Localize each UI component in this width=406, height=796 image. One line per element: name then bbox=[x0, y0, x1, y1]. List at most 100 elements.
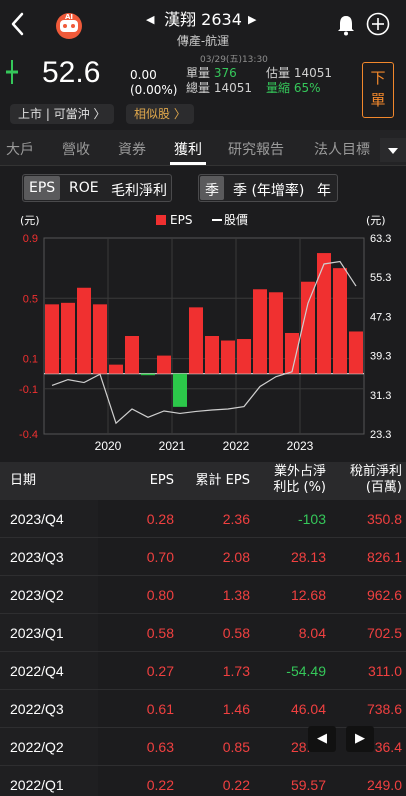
right-tick-label: 31.3 bbox=[370, 390, 391, 402]
order-button[interactable]: 下單 bbox=[362, 62, 394, 118]
header-date: 日期 bbox=[10, 473, 37, 488]
eps-bar bbox=[205, 336, 219, 374]
legend-eps-swatch bbox=[156, 215, 166, 225]
right-tick-label: 23.3 bbox=[370, 429, 391, 441]
plot-frame bbox=[43, 237, 365, 435]
cell-cum-eps: 0.22 bbox=[222, 777, 250, 793]
eps-bar bbox=[45, 304, 59, 374]
back-icon[interactable] bbox=[8, 10, 28, 38]
metric-roe[interactable]: ROE bbox=[69, 180, 99, 196]
cell-date: 2022/Q3 bbox=[10, 701, 64, 717]
table-row: 2022/Q1 0.22 0.22 59.57 249.0 bbox=[0, 766, 406, 796]
cell-eps: 0.22 bbox=[146, 777, 174, 793]
cell-cum-eps: 1.46 bbox=[222, 701, 250, 717]
more-tabs-button[interactable] bbox=[380, 138, 406, 162]
eps-bar bbox=[125, 336, 139, 374]
price-change: 0.00 (0.00%) bbox=[130, 68, 177, 98]
table-row: 2023/Q2 0.80 1.38 12.68 962.6 bbox=[0, 576, 406, 614]
table-row: 2023/Q1 0.58 0.58 8.04 702.5 bbox=[0, 614, 406, 652]
cell-pretax: 311.0 bbox=[368, 663, 402, 679]
volume-stats: 單量 376 總量 14051 bbox=[186, 66, 252, 96]
eps-bar bbox=[141, 373, 155, 376]
eps-chart: EPS 股價 (元) (元) 0.9 0.5 0.1 -0.1 -0.4 63.3 55.3 47.3… bbox=[0, 208, 406, 458]
right-tick-label: 63.3 bbox=[370, 233, 391, 245]
eps-bar bbox=[333, 268, 347, 374]
period-quarter[interactable]: 季 bbox=[205, 180, 219, 200]
cell-nonop-ratio: 46.04 bbox=[290, 701, 326, 717]
cell-eps: 0.61 bbox=[146, 701, 174, 717]
metric-eps[interactable]: EPS bbox=[29, 180, 55, 196]
tab-research[interactable]: 研究報告 bbox=[228, 139, 284, 159]
shrink-label: 量縮 bbox=[266, 81, 291, 95]
similar-stocks-pill[interactable]: 相似股 〉 bbox=[126, 104, 194, 124]
cell-pretax: 738.6 bbox=[366, 701, 402, 717]
eps-chart-svg: EPS 股價 (元) (元) 0.9 0.5 0.1 -0.1 -0.4 63.3 55.3 47.3… bbox=[19, 213, 391, 453]
bell-icon[interactable] bbox=[336, 14, 356, 36]
left-tick-label: -0.1 bbox=[19, 384, 38, 396]
quote-timestamp: 03/29(五)13:30 bbox=[200, 55, 268, 65]
next-page-button[interactable]: ▶ bbox=[346, 726, 374, 752]
est-volume-label: 估量 bbox=[266, 66, 291, 80]
add-watchlist-icon[interactable] bbox=[366, 12, 390, 36]
cell-nonop-ratio: -54.49 bbox=[286, 663, 326, 679]
table-header: 日期 EPS 累計 EPS 業外占淨 利比 (%) 稅前淨利 (百萬) bbox=[0, 462, 406, 500]
tab-margin[interactable]: 資券 bbox=[118, 139, 146, 159]
ai-robot-icon[interactable]: AI bbox=[52, 12, 86, 40]
quote-panel: 03/29(五)13:30 52.6 0.00 (0.00%) 單量 376 總… bbox=[0, 52, 406, 124]
cell-eps: 0.63 bbox=[146, 739, 174, 755]
eps-bar bbox=[77, 287, 91, 374]
tab-major-holders[interactable]: 大戶 bbox=[6, 139, 34, 159]
eps-bar bbox=[237, 339, 251, 374]
cell-eps: 0.58 bbox=[146, 625, 174, 641]
header-pretax: 稅前淨利 (百萬) bbox=[350, 464, 402, 496]
left-tick-label: 0.9 bbox=[23, 233, 38, 245]
cell-nonop-ratio: 12.68 bbox=[290, 587, 326, 603]
cell-cum-eps: 1.73 bbox=[222, 663, 250, 679]
header-eps: EPS bbox=[149, 473, 174, 488]
cell-cum-eps: 2.36 bbox=[222, 511, 250, 527]
left-tick-label: 0.1 bbox=[23, 354, 38, 366]
section-tabs: 大戶 營收 資券 獲利 研究報告 法人目標 bbox=[0, 130, 406, 166]
app-root: AI ◀ 漢翔 2634 傳產-航運 ▶ 03/29(五)13:30 52.6 … bbox=[0, 0, 406, 796]
period-year[interactable]: 年 bbox=[317, 180, 331, 200]
top-bar: AI ◀ 漢翔 2634 傳產-航運 ▶ bbox=[0, 0, 406, 52]
metric-segment: EPS ROE 毛利淨利 bbox=[22, 174, 172, 202]
cell-date: 2023/Q2 bbox=[10, 587, 64, 603]
tab-target-price[interactable]: 法人目標 bbox=[314, 139, 370, 159]
ai-label: AI bbox=[65, 13, 73, 21]
period-quarter-yoy[interactable]: 季 (年增率) bbox=[233, 180, 304, 200]
right-tick-label: 47.3 bbox=[370, 311, 391, 323]
listing-pill[interactable]: 上市 | 可當沖 〉 bbox=[10, 104, 114, 124]
eps-bar bbox=[269, 292, 283, 374]
right-tick-label: 55.3 bbox=[370, 272, 391, 284]
prev-page-button[interactable]: ◀ bbox=[308, 726, 336, 752]
right-axis-unit: (元) bbox=[366, 214, 386, 227]
next-stock-button[interactable]: ▶ bbox=[248, 13, 256, 26]
cell-eps: 0.80 bbox=[146, 587, 174, 603]
x-tick-label: 2021 bbox=[159, 439, 186, 453]
unit-volume-value: 376 bbox=[213, 66, 237, 80]
eps-bar bbox=[61, 302, 75, 374]
eps-bar bbox=[221, 340, 235, 374]
x-tick-label: 2022 bbox=[223, 439, 250, 453]
tab-profit[interactable]: 獲利 bbox=[174, 139, 202, 159]
total-volume-label: 總量 bbox=[186, 81, 211, 95]
cell-nonop-ratio: -103 bbox=[297, 511, 326, 527]
tab-revenue[interactable]: 營收 bbox=[62, 139, 90, 159]
metric-margin[interactable]: 毛利淨利 bbox=[111, 180, 167, 200]
x-tick-label: 2020 bbox=[95, 439, 122, 453]
cell-cum-eps: 0.85 bbox=[222, 739, 250, 755]
period-segment: 季 季 (年增率) 年 bbox=[198, 174, 338, 202]
cell-pretax: 249.0 bbox=[366, 777, 402, 793]
est-volume-value: 14051 bbox=[293, 66, 333, 80]
eps-bar bbox=[301, 281, 315, 374]
cell-date: 2022/Q4 bbox=[10, 663, 64, 679]
left-axis-unit: (元) bbox=[20, 214, 40, 227]
cell-pretax: 350.8 bbox=[366, 511, 402, 527]
volume-estimate: 估量 14051 量縮 65% bbox=[266, 66, 332, 96]
cell-date: 2023/Q1 bbox=[10, 625, 64, 641]
eps-bar bbox=[317, 253, 331, 374]
shrink-value: 65% bbox=[293, 81, 321, 95]
header-pretax-line1: 稅前淨利 bbox=[349, 464, 402, 479]
eps-bar bbox=[173, 373, 187, 407]
